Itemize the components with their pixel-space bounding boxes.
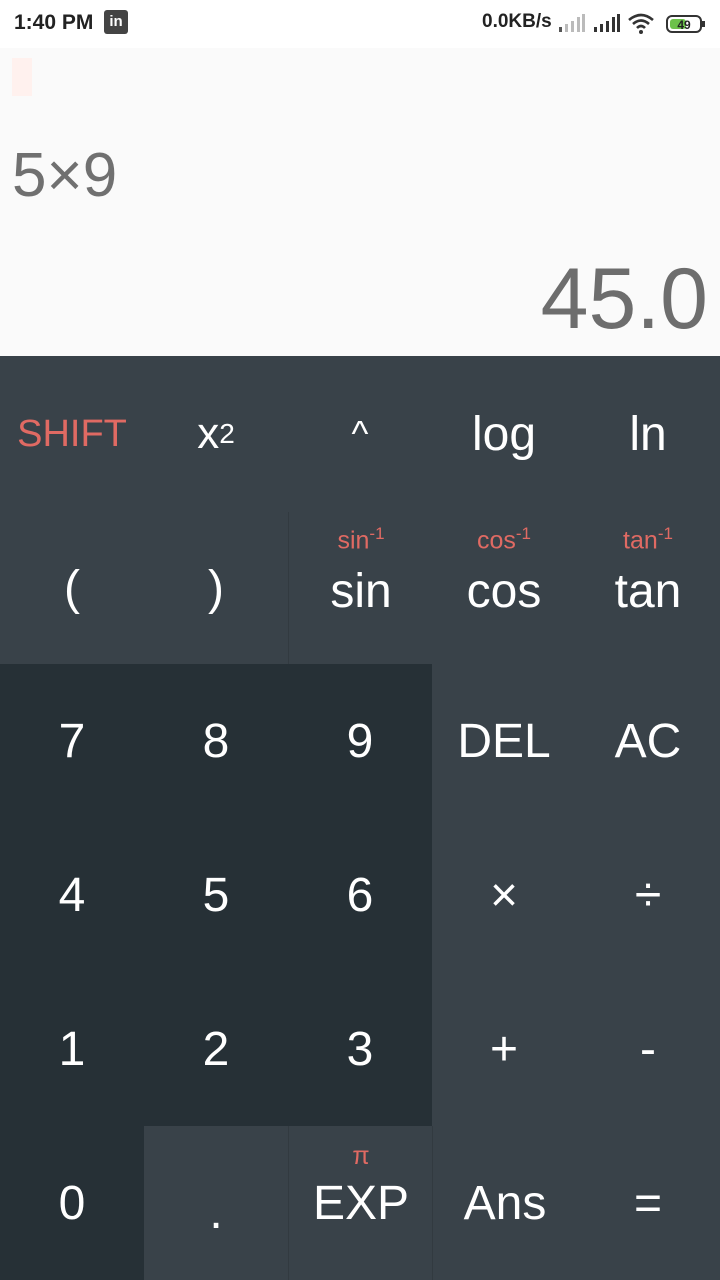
battery-icon: 49	[666, 15, 705, 33]
cos-label: cos	[466, 565, 542, 618]
square-base: x	[197, 409, 220, 458]
digit-5-button[interactable]: 5	[144, 818, 288, 972]
signal-icon-2	[594, 14, 620, 32]
tan-button[interactable]: tan-1 tan	[576, 512, 720, 664]
sin-label: sin	[330, 565, 392, 618]
digit-0-button[interactable]: 0	[0, 1126, 144, 1280]
decimal-button[interactable]: .	[144, 1126, 288, 1280]
divide-button[interactable]: ÷	[576, 818, 720, 972]
digit-9-button[interactable]: 9	[288, 664, 432, 818]
expression-text: 5×9	[12, 141, 118, 210]
digit-3-button[interactable]: 3	[288, 972, 432, 1126]
cos-button[interactable]: cos-1 cos	[432, 512, 576, 664]
status-bar: 1:40 PM in 0.0KB/s 49	[0, 0, 720, 48]
multiply-button[interactable]: ×	[432, 818, 576, 972]
arcsin-label: sin-1	[337, 524, 385, 555]
digit-2-button[interactable]: 2	[144, 972, 288, 1126]
calculator-display: 5×9 45.0	[0, 48, 720, 356]
square-exponent: 2	[219, 418, 235, 449]
arctan-label: tan-1	[623, 524, 673, 555]
log-button[interactable]: log	[432, 356, 576, 512]
right-paren-button[interactable]: )	[144, 512, 288, 664]
status-time: 1:40 PM	[14, 11, 94, 34]
digit-8-button[interactable]: 8	[144, 664, 288, 818]
power-button[interactable]: ^	[288, 356, 432, 512]
digit-7-button[interactable]: 7	[0, 664, 144, 818]
ln-button[interactable]: ln	[576, 356, 720, 512]
pi-label: π	[352, 1142, 370, 1170]
wifi-icon	[628, 13, 654, 34]
digit-1-button[interactable]: 1	[0, 972, 144, 1126]
exp-button[interactable]: π EXP	[288, 1126, 433, 1280]
arccos-label: cos-1	[476, 524, 532, 555]
exp-label: EXP	[312, 1177, 410, 1230]
network-speed: 0.0KB/s	[482, 11, 552, 32]
sin-button[interactable]: sin-1 sin	[288, 512, 433, 664]
result-text: 45.0	[540, 251, 708, 347]
delete-button[interactable]: DEL	[432, 664, 576, 818]
square-button[interactable]: x2	[144, 356, 288, 512]
left-paren-button[interactable]: (	[0, 512, 144, 664]
digit-4-button[interactable]: 4	[0, 818, 144, 972]
all-clear-button[interactable]: AC	[576, 664, 720, 818]
answer-button[interactable]: Ans	[432, 1126, 577, 1280]
signal-icon-1	[559, 14, 585, 32]
minus-button[interactable]: -	[576, 972, 720, 1126]
shift-button[interactable]: SHIFT	[0, 356, 144, 512]
linkedin-icon: in	[104, 10, 128, 34]
svg-text:49: 49	[677, 18, 691, 32]
plus-button[interactable]: +	[432, 972, 576, 1126]
equals-button[interactable]: =	[576, 1126, 720, 1280]
keypad: SHIFT x2 ^ log ln ( ) sin-1 sin cos-1 co…	[0, 356, 720, 1280]
digit-6-button[interactable]: 6	[288, 818, 432, 972]
tan-label: tan	[614, 565, 682, 618]
cursor-marker	[12, 58, 32, 96]
